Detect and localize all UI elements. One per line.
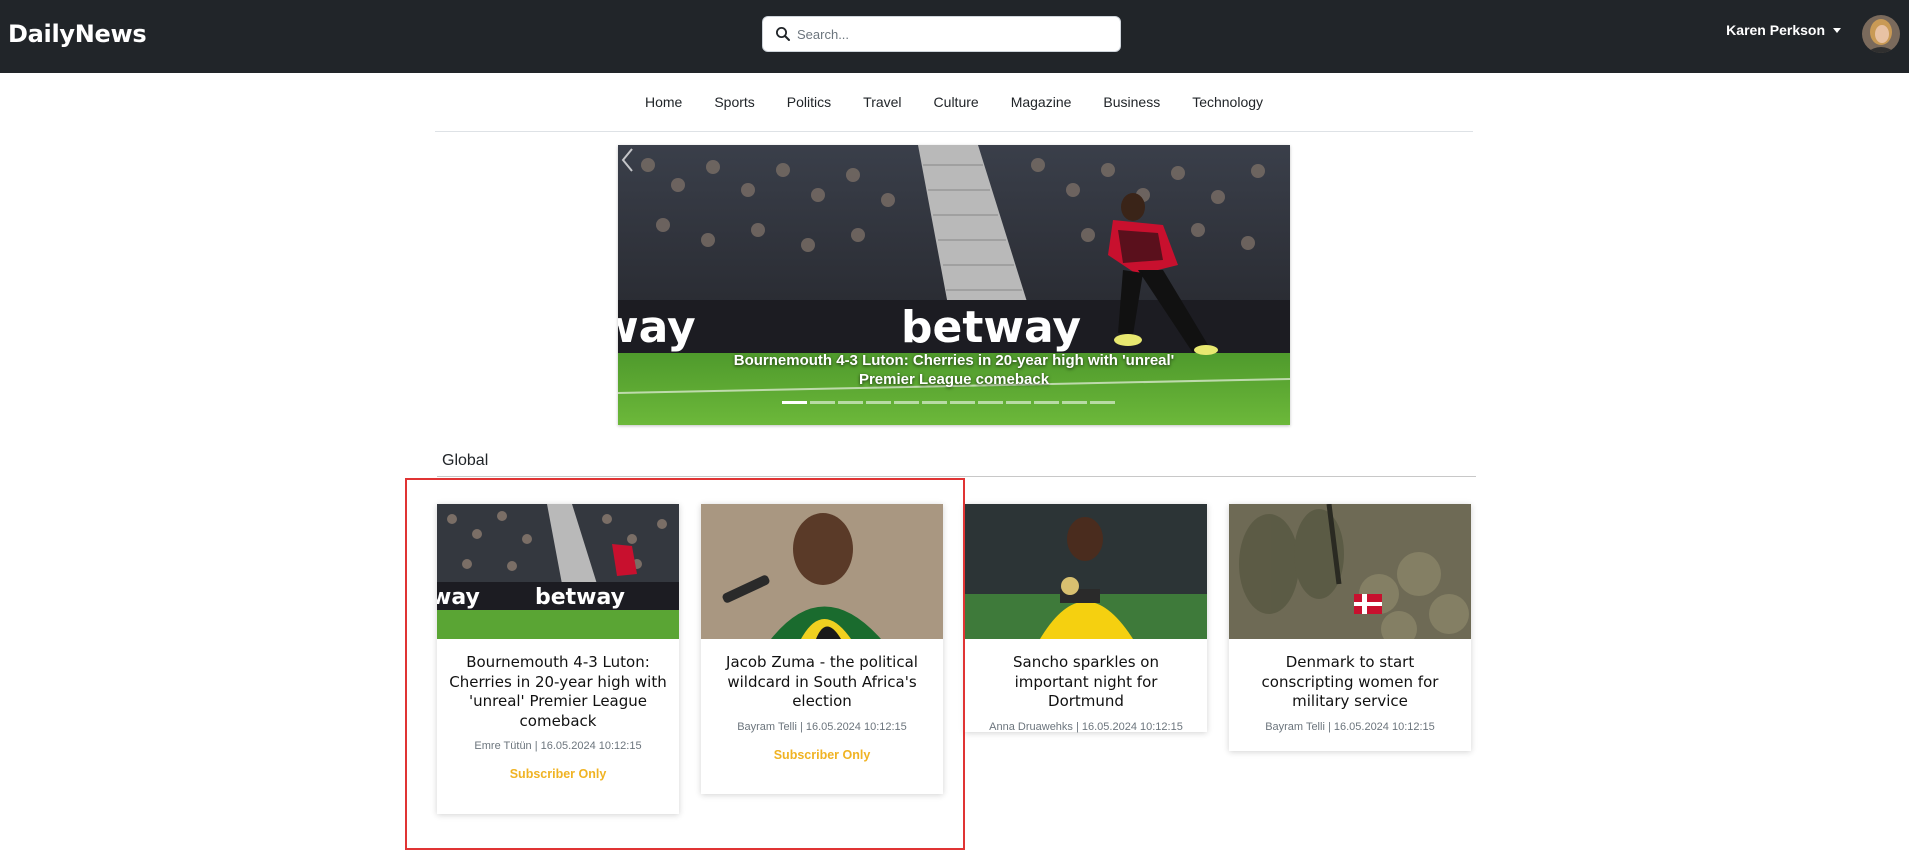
article-thumbnail <box>701 504 943 639</box>
carousel-indicator[interactable] <box>866 401 891 404</box>
article-card[interactable]: Denmark to start conscripting women for … <box>1229 504 1471 751</box>
brand-logo[interactable]: DailyNews <box>8 20 147 48</box>
svg-text:betway: betway <box>535 585 625 610</box>
hero-caption[interactable]: Bournemouth 4-3 Luton: Cherries in 20-ye… <box>718 351 1190 389</box>
banner-text: betway <box>901 302 1081 353</box>
article-meta: Emre Tütün | 16.05.2024 10:12:15 <box>474 740 642 752</box>
article-thumbnail: betway way <box>437 504 679 639</box>
section-divider <box>437 476 1476 477</box>
carousel-indicator[interactable] <box>1062 401 1087 404</box>
chevron-left-icon[interactable] <box>618 145 638 175</box>
carousel-indicator[interactable] <box>978 401 1003 404</box>
search-box[interactable] <box>762 16 1121 52</box>
nav-item-technology[interactable]: Technology <box>1176 94 1279 110</box>
article-meta: Bayram Telli | 16.05.2024 10:12:15 <box>1265 720 1435 733</box>
svg-text:way: way <box>618 302 696 353</box>
nav-item-travel[interactable]: Travel <box>847 94 917 110</box>
user-name: Karen Perkson <box>1726 22 1825 38</box>
subscriber-badge: Subscriber Only <box>509 767 607 781</box>
avatar[interactable] <box>1862 15 1900 53</box>
article-meta: Anna Druawehks | 16.05.2024 10:12:15 <box>989 720 1183 733</box>
article-card[interactable]: Sancho sparkles on important night for D… <box>965 504 1207 733</box>
hero-carousel[interactable]: betway way Bournemouth 4-3 Luton: Cherri… <box>618 145 1290 425</box>
nav-item-politics[interactable]: Politics <box>771 94 847 110</box>
article-title[interactable]: Bournemouth 4-3 Luton: Cherries in 20-ye… <box>437 639 679 731</box>
article-title[interactable]: Jacob Zuma - the political wildcard in S… <box>701 639 943 712</box>
user-menu[interactable]: Karen Perkson <box>1726 22 1841 38</box>
nav-item-culture[interactable]: Culture <box>918 94 995 110</box>
caret-down-icon <box>1833 28 1841 33</box>
nav-item-magazine[interactable]: Magazine <box>995 94 1088 110</box>
svg-text:way: way <box>437 585 480 610</box>
carousel-indicator[interactable] <box>1034 401 1059 404</box>
search-input[interactable] <box>797 17 1112 51</box>
article-thumbnail <box>965 504 1207 639</box>
article-title[interactable]: Sancho sparkles on important night for D… <box>965 639 1207 712</box>
carousel-indicator[interactable] <box>894 401 919 404</box>
nav-item-business[interactable]: Business <box>1087 94 1176 110</box>
article-meta: Bayram Telli | 16.05.2024 10:12:15 <box>737 720 907 733</box>
nav-item-home[interactable]: Home <box>629 94 698 110</box>
carousel-indicator[interactable] <box>950 401 975 404</box>
article-title[interactable]: Denmark to start conscripting women for … <box>1229 639 1471 712</box>
article-thumbnail <box>1229 504 1471 639</box>
nav-item-sports[interactable]: Sports <box>698 94 770 110</box>
section-title: Global <box>442 452 489 469</box>
top-navbar: DailyNews Karen Perkson <box>0 0 1909 73</box>
carousel-indicator[interactable] <box>838 401 863 404</box>
carousel-indicator[interactable] <box>1090 401 1115 404</box>
carousel-indicator[interactable] <box>782 401 807 404</box>
carousel-indicators <box>782 401 1115 404</box>
article-card[interactable]: Jacob Zuma - the political wildcard in S… <box>701 504 943 794</box>
article-card[interactable]: betway way Bournemouth 4-3 Luton: Cherri… <box>437 504 679 814</box>
carousel-indicator[interactable] <box>922 401 947 404</box>
carousel-indicator[interactable] <box>1006 401 1031 404</box>
search-icon <box>776 27 790 41</box>
subscriber-badge: Subscriber Only <box>773 747 871 762</box>
carousel-indicator[interactable] <box>810 401 835 404</box>
category-nav: Home Sports Politics Travel Culture Maga… <box>435 73 1473 132</box>
